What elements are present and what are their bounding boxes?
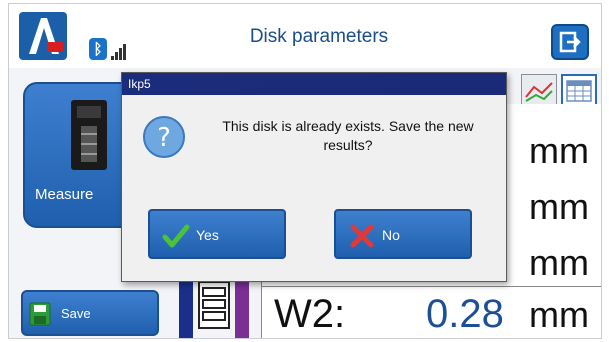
cross-icon bbox=[350, 224, 374, 248]
row-separator bbox=[262, 286, 601, 287]
unit-label: mm bbox=[529, 130, 589, 171]
unit-label: mm bbox=[529, 242, 589, 283]
unit-label: mm bbox=[529, 294, 589, 335]
measure-device-icon bbox=[71, 100, 107, 170]
yes-button[interactable]: Yes bbox=[148, 209, 286, 259]
bluetooth-icon: ᛒ bbox=[89, 38, 107, 60]
svg-text:?: ? bbox=[157, 123, 171, 153]
w2-label: W2: bbox=[274, 292, 346, 336]
chart-icon bbox=[525, 82, 553, 102]
dialog-titlebar: Ikp5 bbox=[122, 73, 506, 95]
check-icon bbox=[162, 224, 190, 248]
dialog-message: This disk is already exists. Save the ne… bbox=[222, 118, 474, 153]
measure-label: Measure bbox=[35, 186, 94, 203]
no-label: No bbox=[382, 227, 400, 243]
exit-icon bbox=[559, 31, 581, 53]
header-bar: ᛒ Disk parameters bbox=[9, 4, 601, 68]
tab-table[interactable] bbox=[561, 74, 597, 108]
save-button[interactable]: Save bbox=[21, 290, 159, 336]
logo-icon bbox=[19, 12, 67, 60]
unit-label: mm bbox=[529, 186, 589, 227]
save-icon bbox=[29, 302, 51, 326]
tab-chart[interactable] bbox=[521, 74, 557, 108]
question-icon: ? bbox=[143, 116, 185, 158]
screen: ᛒ Disk parameters Measure Save mm mm mm … bbox=[8, 3, 602, 339]
disk-icon bbox=[179, 274, 249, 338]
dialog-title: Ikp5 bbox=[128, 77, 151, 91]
save-label: Save bbox=[61, 306, 91, 321]
yes-label: Yes bbox=[196, 227, 219, 243]
signal-icon bbox=[111, 42, 129, 60]
w2-value: 0.28 bbox=[426, 292, 504, 336]
table-icon bbox=[566, 80, 592, 102]
no-button[interactable]: No bbox=[334, 209, 472, 259]
page-title: Disk parameters bbox=[249, 26, 389, 47]
exit-button[interactable] bbox=[551, 24, 589, 60]
confirm-dialog: Ikp5 ? This disk is already exists. Save… bbox=[121, 72, 507, 282]
